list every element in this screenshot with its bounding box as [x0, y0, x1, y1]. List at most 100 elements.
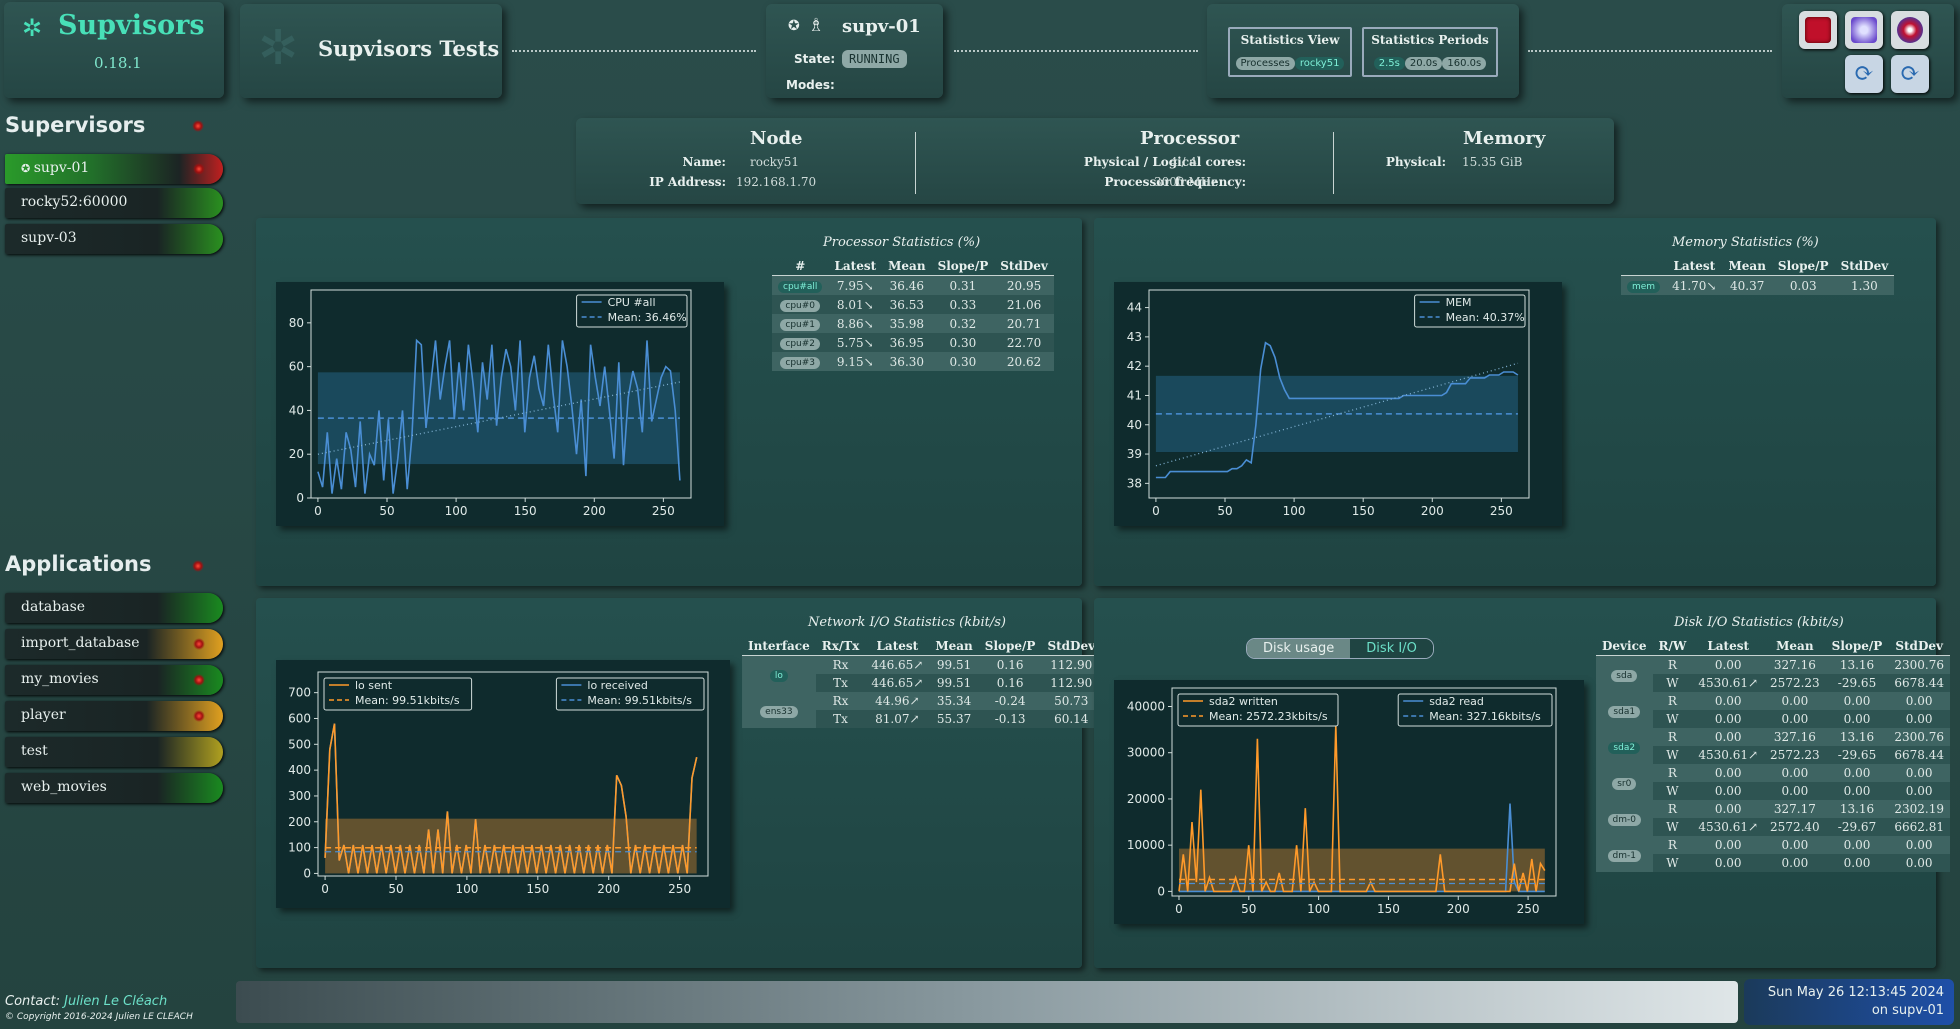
device-badge[interactable]: dm-1 — [1607, 849, 1641, 862]
y-tick-label: 38 — [1127, 476, 1142, 490]
sidebar-item-supv-01[interactable]: ✪ supv-01 — [5, 154, 223, 184]
node-text: on supv-01 — [1871, 1003, 1944, 1018]
view-processes[interactable]: Processes — [1235, 57, 1295, 70]
col-header: Latest — [828, 257, 883, 276]
table-cell: 0.00 — [1692, 655, 1765, 674]
sidebar-item-label: my_movies — [21, 671, 99, 687]
table-cell: 20.95 — [994, 275, 1054, 295]
table-cell: sr0 — [1596, 764, 1653, 800]
sidebar-item-test[interactable]: test — [5, 737, 223, 767]
divider — [1528, 50, 1772, 52]
logo-panel: ✲ Supvisors 0.18.1 — [4, 2, 224, 98]
disk-stats-panel: Disk usage Disk I/O Disk I/O Statistics (… — [1094, 598, 1950, 968]
table-cell: 81.07↗ — [865, 710, 930, 728]
shutdown-icon[interactable]: ✪ — [788, 18, 800, 34]
period-2-5s[interactable]: 2.5s — [1373, 57, 1405, 70]
col-header: StdDev — [1834, 257, 1895, 276]
device-badge[interactable]: dm-0 — [1607, 813, 1641, 826]
table-cell: 0.00 — [1764, 782, 1826, 800]
disk-stats-table: Device R/W Latest Mean Slope/P StdDev sda R 0.0… — [1596, 637, 1950, 872]
table-cell: 55.37 — [929, 710, 979, 728]
restart-button[interactable] — [1845, 11, 1883, 49]
table-row: dm-0 R 0.00 327.17 13.16 2302.19 — [1596, 800, 1950, 836]
table-cell: R — [1652, 692, 1693, 710]
table-cell: Rx — [815, 655, 866, 674]
stop-button[interactable] — [1799, 11, 1837, 49]
table-cell: 35.98 — [882, 314, 932, 333]
sidebar-item-label: test — [21, 743, 48, 759]
table-cell: 327.16 — [1764, 655, 1826, 674]
device-badge[interactable]: ens33 — [760, 705, 798, 718]
node-name: rocky51 — [750, 155, 800, 169]
page-title: Supvisors Tests — [318, 36, 500, 61]
device-badge[interactable]: mem — [1627, 281, 1661, 293]
device-badge[interactable]: cpu#1 — [780, 319, 821, 331]
x-tick-label: 0 — [314, 504, 322, 518]
sidebar-item-database[interactable]: database — [5, 593, 223, 623]
disk-chart-svg: 0 50 100 150 200 250 0 10000 20000 30000 40000 sda2… — [1127, 687, 1557, 916]
cpu-stats-table: # Latest Mean Slope/P StdDev cpu#all 7.95↘ 36.… — [772, 257, 1054, 371]
sidebar-item-player[interactable]: player — [5, 701, 223, 731]
y-tick-label: 44 — [1127, 301, 1142, 315]
table-cell: ens33 — [742, 692, 816, 728]
shutdown-button[interactable] — [1891, 11, 1929, 49]
master-dot-icon: ✪ — [21, 162, 34, 175]
y-tick-label: 40 — [289, 403, 304, 417]
cores-value: 4 / 4 — [1170, 155, 1197, 169]
device-badge[interactable]: cpu#3 — [780, 357, 821, 369]
tab-disk-io[interactable]: Disk I/O — [1350, 639, 1433, 658]
device-badge[interactable]: sr0 — [1612, 777, 1637, 790]
app-name: Supvisors — [58, 10, 205, 41]
processor-title: Processor — [1140, 128, 1240, 149]
device-badge[interactable]: sda — [1611, 669, 1638, 682]
device-badge[interactable]: cpu#all — [778, 281, 823, 293]
sidebar-item-rocky52[interactable]: rocky52:60000 — [5, 188, 223, 218]
table-cell: 6678.44 — [1888, 674, 1950, 692]
sidebar-item-web-movies[interactable]: web_movies — [5, 773, 223, 803]
device-badge[interactable]: cpu#2 — [780, 338, 821, 350]
y-tick-label: 0 — [1157, 884, 1165, 898]
legend-label: Mean: 99.51kbits/s — [355, 694, 460, 707]
device-badge[interactable]: sda1 — [1608, 705, 1641, 718]
tab-disk-usage[interactable]: Disk usage — [1247, 639, 1351, 658]
y-tick-label: 60 — [289, 360, 304, 374]
table-cell: 6662.81 — [1888, 818, 1950, 836]
table-cell: Rx — [815, 692, 866, 710]
device-badge[interactable]: lo — [769, 669, 788, 682]
table-cell: 7.95↘ — [828, 275, 883, 295]
table-row: sda1 R 0.00 0.00 0.00 0.00 — [1596, 692, 1950, 728]
contact-link[interactable]: Julien Le Cléach — [64, 994, 167, 1009]
legend-label: MEM — [1446, 296, 1472, 309]
device-badge[interactable]: sda2 — [1608, 741, 1641, 754]
view-host[interactable]: rocky51 — [1294, 57, 1345, 70]
table-cell: -29.65 — [1825, 746, 1889, 764]
memory-title: Memory — [1463, 128, 1546, 149]
sidebar-item-supv-03[interactable]: supv-03 — [5, 224, 223, 254]
table-cell: 0.00 — [1764, 836, 1826, 854]
table-cell: 0.00 — [1888, 836, 1950, 854]
sidebar-item-my-movies[interactable]: my_movies — [5, 665, 223, 695]
y-tick-label: 400 — [288, 763, 311, 777]
mem-stats-title: Memory Statistics (%) — [1672, 235, 1819, 250]
col-header: Mean — [882, 257, 932, 276]
table-cell: 40.37 — [1722, 275, 1772, 295]
table-cell: 36.46 — [882, 275, 932, 295]
table-cell: 0.03 — [1771, 275, 1835, 295]
table-cell: 20.71 — [994, 314, 1054, 333]
y-tick-label: 10000 — [1127, 838, 1165, 852]
x-tick-label: 250 — [1517, 902, 1540, 916]
period-160s[interactable]: 160.0s — [1442, 57, 1487, 70]
sidebar-item-import-database[interactable]: import_database — [5, 629, 223, 659]
device-badge[interactable]: cpu#0 — [780, 300, 821, 312]
date-text: Sun May 26 12:13:45 2024 — [1767, 985, 1944, 1000]
y-tick-label: 20 — [289, 447, 304, 461]
x-tick-label: 250 — [668, 882, 691, 896]
auto-refresh-button[interactable]: ⟳ — [1891, 55, 1929, 93]
table-cell: 2572.23 — [1764, 674, 1826, 692]
message-bar — [236, 981, 1738, 1023]
table-cell: 112.90 — [1041, 655, 1102, 674]
period-20s[interactable]: 20.0s — [1404, 57, 1443, 70]
col-header: Slope/P — [1771, 257, 1835, 276]
refresh-button[interactable]: ⟳ — [1845, 55, 1883, 93]
table-cell: lo — [742, 655, 816, 692]
